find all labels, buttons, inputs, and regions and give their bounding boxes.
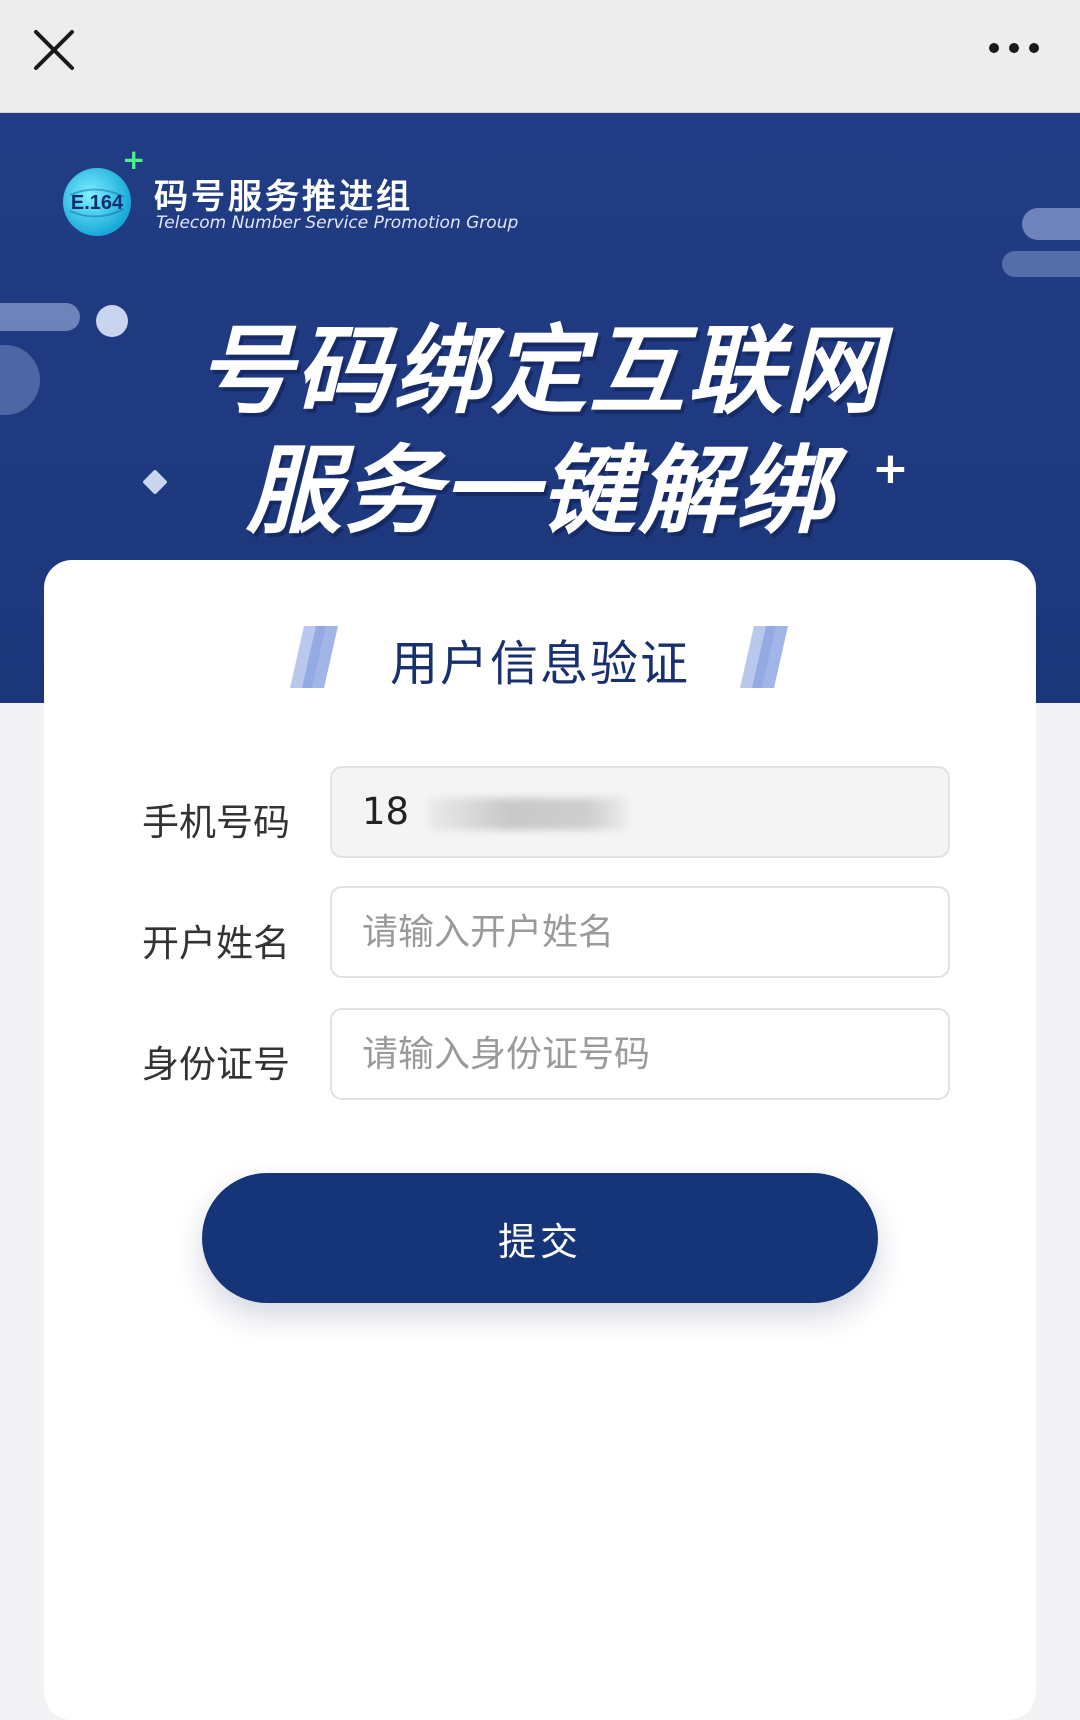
id-number-label: 身份证号 xyxy=(142,1043,290,1086)
phone-label: 手机号码 xyxy=(142,801,290,844)
name-field[interactable] xyxy=(330,886,950,978)
phone-field: 18 xyxy=(330,766,950,858)
headline-line-2: 服务一键解绑 xyxy=(246,435,834,547)
phone-redaction xyxy=(428,798,628,830)
verification-card: 用户信息验证 手机号码 18 开户姓名 身份证号 提交 xyxy=(44,560,1036,1720)
decor-plus-icon: + xyxy=(872,443,909,494)
decor-cloud xyxy=(1022,208,1080,240)
card-title: 用户信息验证 xyxy=(389,636,690,692)
more-horizontal-icon[interactable] xyxy=(986,36,1042,60)
svg-text:E.164: E.164 xyxy=(71,192,124,214)
org-name: 码号服务推进组 xyxy=(154,177,413,217)
close-icon[interactable] xyxy=(30,26,78,74)
name-label: 开户姓名 xyxy=(142,922,290,965)
submit-button[interactable]: 提交 xyxy=(202,1173,878,1303)
logo-plus-icon: + xyxy=(122,143,146,176)
phone-value: 18 xyxy=(362,790,410,833)
title-decor-right-icon xyxy=(740,626,788,688)
e164-logo: E.164 xyxy=(63,168,131,236)
decor-cloud xyxy=(1002,251,1080,277)
top-bar xyxy=(0,0,1080,113)
org-name-english: Telecom Number Service Promotion Group xyxy=(156,213,519,233)
headline-line-1: 号码绑定互联网 xyxy=(197,315,883,427)
card-title-wrap: 用户信息验证 xyxy=(44,624,1036,692)
id-number-field[interactable] xyxy=(330,1008,950,1100)
